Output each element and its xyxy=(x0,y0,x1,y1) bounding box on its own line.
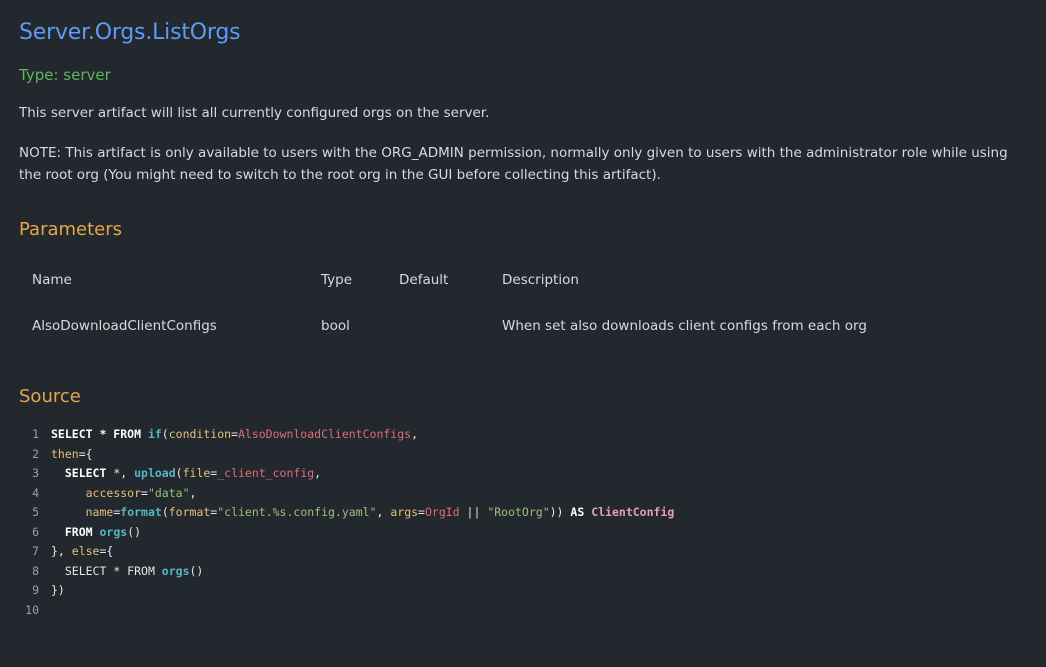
line-number: 6 xyxy=(32,524,39,539)
artifact-type: Type: server xyxy=(19,66,111,84)
code-token: () xyxy=(189,563,204,578)
code-token: orgs xyxy=(161,563,190,578)
code-token: "RootOrg" xyxy=(487,505,550,519)
line-number: 9 xyxy=(32,583,39,597)
line-number: 8 xyxy=(32,563,39,578)
column-header-name: Name xyxy=(32,272,72,288)
code-token: = xyxy=(141,485,148,500)
code-token: OrgId xyxy=(424,505,460,519)
code-token: ( xyxy=(161,505,169,519)
code-token: "client.%s.config.yaml" xyxy=(217,505,377,519)
line-number: 1 xyxy=(32,427,39,441)
code-token: ( xyxy=(175,466,183,480)
code-line: 1 SELECT * FROM if(condition=AlsoDownload… xyxy=(19,425,674,445)
code-line: 2 then={ xyxy=(19,445,674,465)
code-line: 4 accessor="data", xyxy=(19,484,674,504)
code-line: 6 FROM orgs() xyxy=(19,523,674,543)
code-token: args xyxy=(390,505,419,519)
line-number: 3 xyxy=(32,466,39,480)
source-code-block[interactable]: 1 SELECT * FROM if(condition=AlsoDownload… xyxy=(19,425,674,620)
code-token: SELECT * FROM xyxy=(64,563,162,578)
line-number: 5 xyxy=(32,505,39,519)
code-token: ( xyxy=(161,427,169,441)
code-token: orgs xyxy=(99,524,128,539)
artifact-note: NOTE: This artifact is only available to… xyxy=(19,145,1008,183)
code-token: SELECT xyxy=(64,466,107,480)
code-token: name xyxy=(85,505,114,519)
code-token: accessor xyxy=(85,485,142,500)
code-token: FROM xyxy=(64,524,100,539)
code-token: file xyxy=(182,466,211,480)
code-token: format xyxy=(120,505,162,519)
line-number: 10 xyxy=(25,602,39,617)
column-header-type: Type xyxy=(321,272,353,288)
code-token: else xyxy=(71,544,100,558)
code-line: 9}) xyxy=(19,581,674,601)
code-token: }) xyxy=(51,583,65,597)
code-line: 3 SELECT *, upload(file=_client_config, xyxy=(19,464,674,484)
code-token: , xyxy=(376,505,391,519)
code-token: *, xyxy=(106,466,135,480)
code-token: , xyxy=(189,485,197,500)
code-token: ={ xyxy=(78,446,93,461)
parameters-heading: Parameters xyxy=(19,219,123,240)
code-token: SELECT * FROM xyxy=(51,427,148,441)
code-line: 8 SELECT * FROM orgs() xyxy=(19,562,674,582)
code-token: = xyxy=(418,505,425,519)
code-token: ={ xyxy=(99,544,114,558)
code-token: AS xyxy=(570,505,585,519)
code-token: format xyxy=(168,505,211,519)
code-token: () xyxy=(127,524,142,539)
param-description: When set also downloads client configs f… xyxy=(502,318,867,334)
code-token: if xyxy=(147,427,162,441)
column-header-default: Default xyxy=(399,272,449,288)
param-type: bool xyxy=(321,318,350,334)
artifact-title: Server.Orgs.ListOrgs xyxy=(19,20,241,45)
column-header-description: Description xyxy=(502,272,579,288)
code-token: _client_config xyxy=(217,466,315,480)
code-token: }, xyxy=(51,544,72,558)
code-line: 10 xyxy=(19,601,674,621)
artifact-description: This server artifact will list all curre… xyxy=(19,105,490,121)
code-line: 7}, else={ xyxy=(19,542,674,562)
code-token: = xyxy=(231,427,238,441)
code-token: )) xyxy=(549,505,571,519)
line-number: 7 xyxy=(32,544,39,558)
code-token: AlsoDownloadClientConfigs xyxy=(237,427,412,441)
code-token: then xyxy=(51,446,79,461)
table-row: AlsoDownloadClientConfigs bool When set … xyxy=(19,318,1029,338)
code-token: ClientConfig xyxy=(591,505,675,519)
parameters-header-row: Name Type Default Description xyxy=(19,272,1029,292)
code-token: , xyxy=(314,466,322,480)
code-token: || xyxy=(459,505,488,519)
code-token: "data" xyxy=(147,485,190,500)
code-token: , xyxy=(411,427,419,441)
line-number: 4 xyxy=(32,485,39,500)
code-token: condition xyxy=(168,427,232,441)
code-token: upload xyxy=(134,466,176,480)
source-heading: Source xyxy=(19,386,81,407)
code-line: 5 name=format(format="client.%s.config.y… xyxy=(19,503,674,523)
line-number: 2 xyxy=(32,446,39,461)
param-name: AlsoDownloadClientConfigs xyxy=(32,318,217,334)
